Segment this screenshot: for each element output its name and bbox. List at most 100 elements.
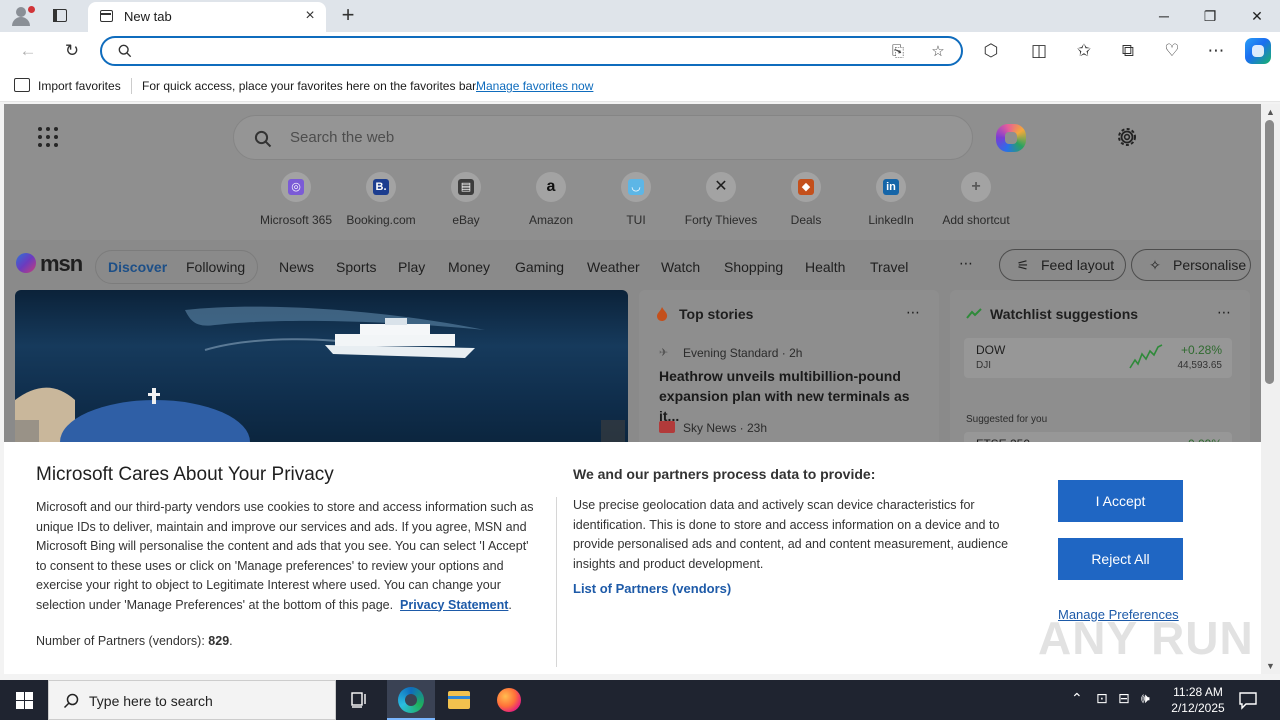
- shortcut-tile[interactable]: a Amazon: [509, 172, 593, 232]
- shortcut-tile[interactable]: ▤ eBay: [424, 172, 508, 232]
- address-input[interactable]: [142, 42, 882, 60]
- copilot-logo-icon[interactable]: [996, 124, 1026, 152]
- evening-standard-icon: ✈: [659, 347, 669, 359]
- notifications-icon[interactable]: [1238, 690, 1258, 710]
- minimize-button[interactable]: ─: [1141, 0, 1187, 32]
- tab-new-tab[interactable]: New tab ×: [88, 2, 326, 32]
- firefox-icon[interactable]: [485, 680, 533, 720]
- taskbar-search-box[interactable]: Type here to search: [48, 680, 336, 720]
- nav-link-play[interactable]: Play: [398, 259, 425, 275]
- import-favorites-button[interactable]: Import favorites: [38, 79, 121, 93]
- scroll-down-arrow-icon[interactable]: ▼: [1264, 660, 1277, 672]
- start-button[interactable]: [0, 680, 48, 720]
- device-icon[interactable]: ⊡: [1096, 690, 1108, 707]
- app-launcher-icon[interactable]: [38, 127, 58, 147]
- shortcut-label: eBay: [452, 213, 480, 227]
- personalise-label: Personalise: [1173, 257, 1247, 273]
- nav-link-watch[interactable]: Watch: [661, 259, 700, 275]
- manage-favorites-link[interactable]: Manage favorites now: [476, 79, 593, 93]
- settings-and-more-icon[interactable]: ⋯: [1202, 38, 1230, 64]
- privacy-statement-link[interactable]: Privacy Statement: [400, 598, 508, 612]
- back-button[interactable]: ←: [14, 38, 42, 64]
- nav-link-weather[interactable]: Weather: [587, 259, 640, 275]
- search-icon: [254, 130, 272, 148]
- story-headline[interactable]: Heathrow unveils multibillion-pound expa…: [659, 366, 925, 426]
- cruise-ship-image: [15, 306, 625, 450]
- tab-following[interactable]: Following: [186, 259, 245, 275]
- refresh-button[interactable]: ↻: [58, 38, 86, 64]
- system-clock[interactable]: 11:28 AM 2/12/2025: [1160, 684, 1236, 716]
- web-search-placeholder: Search the web: [290, 129, 395, 146]
- import-favorites-icon[interactable]: [14, 78, 30, 92]
- copilot-icon[interactable]: [1245, 38, 1271, 64]
- accept-button[interactable]: I Accept: [1058, 480, 1183, 522]
- new-tab-button[interactable]: +: [336, 4, 360, 28]
- gear-icon[interactable]: [1114, 124, 1140, 150]
- extensions-icon[interactable]: ⬡: [977, 38, 1005, 64]
- close-window-button[interactable]: ✕: [1234, 0, 1280, 32]
- add-favorite-star-icon[interactable]: ☆: [927, 42, 949, 62]
- immersive-reader-icon[interactable]: ⎘: [887, 42, 909, 62]
- top-stories-more-icon[interactable]: ⋯: [906, 304, 921, 321]
- nav-link-news[interactable]: News: [279, 259, 314, 275]
- profile-icon[interactable]: [8, 4, 36, 28]
- nav-link-sports[interactable]: Sports: [336, 259, 376, 275]
- clock-date: 2/12/2025: [1171, 701, 1225, 715]
- linkedin-icon: in: [883, 179, 899, 195]
- ntp-header: Search the web ◎ Microsoft 365 B. Booking.c…: [4, 104, 1261, 240]
- shortcut-label: Forty Thieves: [684, 213, 758, 227]
- file-explorer-icon[interactable]: [435, 680, 483, 720]
- personalise-button[interactable]: ✧ Personalise: [1131, 249, 1251, 281]
- address-bar[interactable]: ⎘ ☆: [100, 36, 963, 66]
- story-source: Evening Standard · 2h: [683, 346, 803, 360]
- hero-image[interactable]: [15, 290, 628, 450]
- msn-logo[interactable]: msn: [16, 251, 86, 276]
- anyrun-watermark: ANY RUN: [1038, 612, 1254, 664]
- tab-close-icon[interactable]: ×: [300, 6, 320, 26]
- scrollbar-thumb[interactable]: [1265, 120, 1274, 384]
- stock-row-dow[interactable]: DOW DJI +0.28% 44,593.65: [964, 338, 1232, 378]
- shortcut-tile[interactable]: in LinkedIn: [849, 172, 933, 232]
- shortcut-label: TUI: [626, 213, 646, 227]
- favorites-icon[interactable]: ✩: [1070, 38, 1098, 64]
- search-icon: [63, 693, 79, 709]
- scroll-up-arrow-icon[interactable]: ▲: [1264, 106, 1277, 118]
- nav-more-icon[interactable]: ⋯: [959, 255, 973, 272]
- nav-link-gaming[interactable]: Gaming: [515, 259, 564, 275]
- volume-icon[interactable]: 🕪: [1141, 690, 1150, 707]
- vertical-scrollbar[interactable]: ▲ ▼: [1261, 104, 1280, 674]
- shortcut-tile[interactable]: B. Booking.com: [339, 172, 423, 232]
- tab-discover[interactable]: Discover: [108, 259, 167, 275]
- add-icon: +: [971, 178, 981, 195]
- list-of-partners-link[interactable]: List of Partners (vendors): [573, 581, 731, 596]
- shortcut-tile[interactable]: ◎ Microsoft 365: [254, 172, 338, 232]
- shortcut-tile[interactable]: + Add shortcut: [934, 172, 1018, 232]
- web-search-box[interactable]: Search the web: [233, 115, 973, 160]
- task-view-icon[interactable]: [336, 680, 384, 720]
- shortcut-tile[interactable]: ◡ TUI: [594, 172, 678, 232]
- nav-link-money[interactable]: Money: [448, 259, 490, 275]
- shortcut-label: Booking.com: [346, 213, 416, 227]
- tui-icon: ◡: [628, 179, 644, 195]
- data-processing-description: Use precise geolocation data and activel…: [573, 498, 1009, 571]
- network-icon[interactable]: ⊟: [1118, 690, 1130, 707]
- sparkle-icon: ✧: [1149, 257, 1161, 273]
- nav-link-shopping[interactable]: Shopping: [724, 259, 783, 275]
- feed-layout-button[interactable]: ⚟ Feed layout: [999, 249, 1126, 281]
- amazon-icon: a: [546, 178, 556, 195]
- nav-link-health[interactable]: Health: [805, 259, 845, 275]
- suggested-label: Suggested for you: [966, 414, 1048, 425]
- shortcut-tile[interactable]: ✕ Forty Thieves: [679, 172, 763, 232]
- collections-icon[interactable]: ⧉: [1114, 38, 1142, 64]
- nav-link-travel[interactable]: Travel: [870, 259, 908, 275]
- divider: [131, 78, 132, 94]
- edge-taskbar-icon[interactable]: [387, 680, 435, 720]
- maximize-button[interactable]: ❐: [1187, 0, 1233, 32]
- show-hidden-icons-icon[interactable]: ⌃: [1071, 690, 1083, 707]
- reject-all-button[interactable]: Reject All: [1058, 538, 1183, 580]
- tab-actions-icon[interactable]: [48, 6, 72, 26]
- watchlist-more-icon[interactable]: ⋯: [1217, 304, 1232, 321]
- browser-essentials-icon[interactable]: ♡: [1158, 38, 1186, 64]
- shortcut-tile[interactable]: ◆ Deals: [764, 172, 848, 232]
- split-screen-icon[interactable]: ◫: [1025, 38, 1053, 64]
